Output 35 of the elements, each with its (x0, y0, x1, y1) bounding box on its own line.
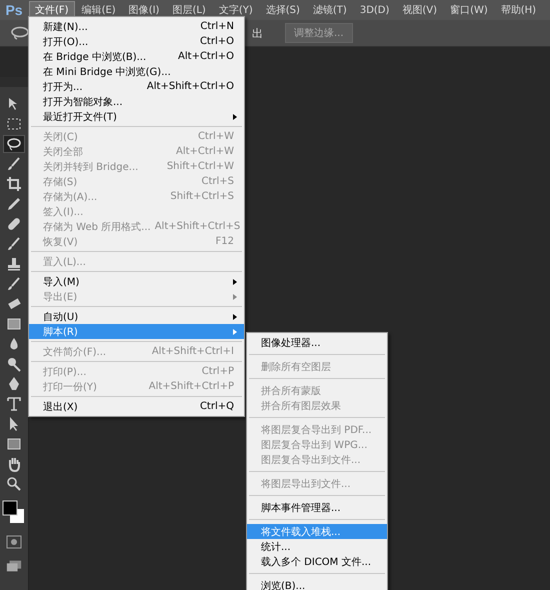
color-swatches-icon[interactable] (2, 499, 26, 525)
menu-item[interactable]: 将文件载入堆栈... (247, 524, 387, 539)
screen-mode-icon[interactable] (6, 559, 22, 573)
menu-item[interactable]: 自动(U) (29, 309, 244, 324)
menu-item[interactable]: 最近打开文件(T) (29, 109, 244, 124)
menu-item[interactable]: 滤镜(T) (306, 1, 353, 19)
menu-item[interactable]: 脚本事件管理器... (247, 500, 387, 515)
menu-item[interactable]: 在 Bridge 中浏览(B)... Alt+Ctrl+O (29, 49, 244, 64)
menu-item[interactable]: 脚本(R) (29, 324, 244, 339)
menu-item[interactable]: 打开为... Alt+Shift+Ctrl+O (29, 79, 244, 94)
menu-item[interactable]: 载入多个 DICOM 文件... (247, 554, 387, 569)
option-label: 出 (252, 26, 263, 40)
lasso-icon[interactable] (10, 26, 30, 40)
menu-item[interactable]: 帮助(H) (494, 1, 542, 19)
menu-item[interactable]: 统计... (247, 539, 387, 554)
menu-item[interactable]: 打开为智能对象... (29, 94, 244, 109)
menu-item[interactable]: 退出(X) Ctrl+Q (29, 399, 244, 414)
menu-item[interactable]: 3D(D) (354, 2, 396, 18)
menu-item[interactable]: 图像(I) (122, 1, 166, 19)
menu-item[interactable]: 浏览(B)... (247, 578, 387, 590)
menu-item[interactable]: 图像处理器... (247, 335, 387, 350)
menu-item[interactable]: 窗口(W) (444, 1, 494, 19)
app-logo: Ps (4, 2, 24, 18)
menu-item[interactable]: 文字(Y) (212, 1, 259, 19)
menu-item[interactable]: 导入(M) (29, 274, 244, 289)
menu-item[interactable]: 新建(N)... Ctrl+N (29, 19, 244, 34)
refine-edge-button[interactable]: 调整边缘... (285, 23, 353, 43)
menu-item[interactable]: 视图(V) (396, 1, 444, 19)
quick-mask-icon[interactable] (6, 535, 22, 549)
menu-item[interactable]: 图层(L) (166, 1, 212, 19)
menu-item[interactable]: 在 Mini Bridge 中浏览(G)... (29, 64, 244, 79)
menu-item[interactable]: 选择(S) (260, 1, 306, 19)
menu-item[interactable]: 打开(O)... Ctrl+O (29, 34, 244, 49)
lasso-tool-icon[interactable] (3, 135, 25, 153)
menu-item[interactable]: 编辑(E) (76, 1, 122, 19)
